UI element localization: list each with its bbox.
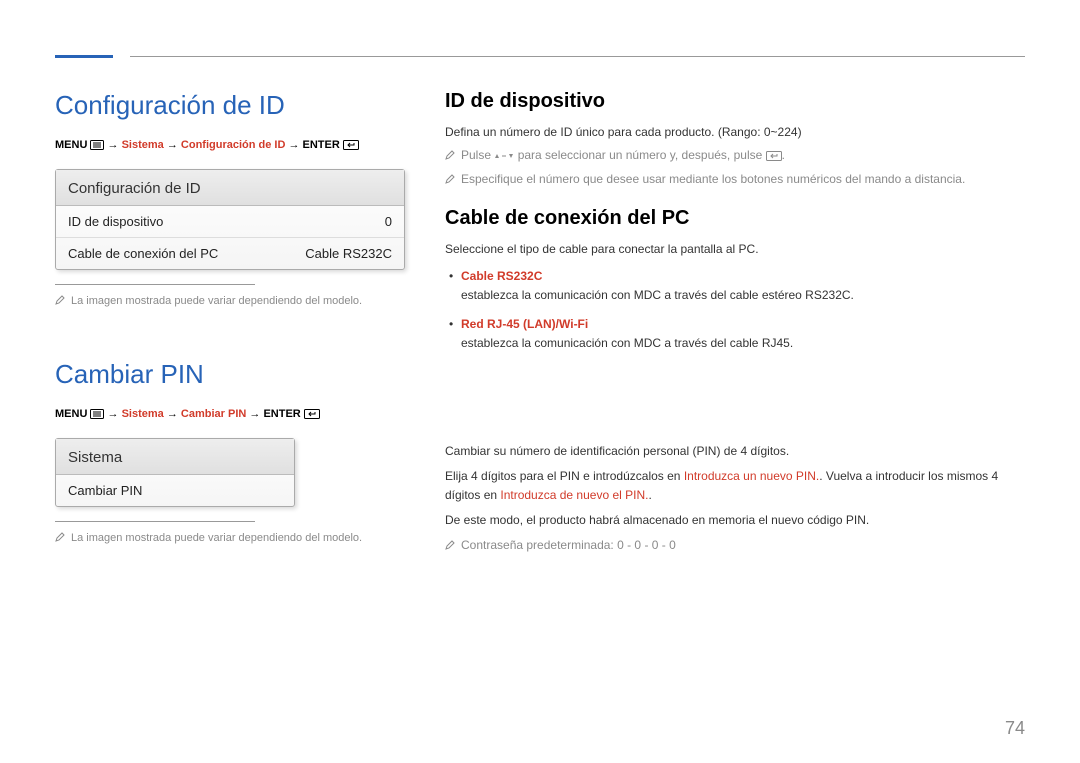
footnote-text: La imagen mostrada puede variar dependie… bbox=[71, 530, 362, 547]
menu-row-value: 0 bbox=[385, 214, 392, 229]
breadcrumb-enter-label: ENTER bbox=[303, 139, 340, 151]
divider bbox=[55, 284, 255, 285]
breadcrumb-menu-label: MENU bbox=[55, 408, 87, 420]
breadcrumb-system: Sistema bbox=[122, 408, 164, 420]
breadcrumb-system: Sistema bbox=[122, 139, 164, 151]
divider bbox=[55, 521, 255, 522]
pin-desc-1: Cambiar su número de identificación pers… bbox=[445, 442, 1025, 461]
pin-desc-2: Elija 4 dígitos para el PIN e introdúzca… bbox=[445, 467, 1025, 505]
page-number: 74 bbox=[1005, 718, 1025, 739]
note-text: Contraseña predeterminada: 0 - 0 - 0 - 0 bbox=[461, 536, 676, 555]
menu-row-pc-cable[interactable]: Cable de conexión del PC Cable RS232C bbox=[56, 238, 404, 269]
breadcrumb-arrow: → bbox=[167, 408, 178, 420]
list-item-title: Cable RS232C bbox=[461, 269, 542, 283]
menu-icon bbox=[90, 139, 104, 151]
note-text: Pulse para seleccionar un número y, desp… bbox=[461, 146, 785, 165]
device-id-note-2: Especifique el número que desee usar med… bbox=[445, 170, 1025, 190]
pin-default-note: Contraseña predeterminada: 0 - 0 - 0 - 0 bbox=[445, 536, 1025, 556]
pc-cable-list: Cable RS232C establezca la comunicación … bbox=[445, 267, 1025, 354]
pencil-icon bbox=[445, 171, 455, 190]
enter-icon bbox=[766, 148, 782, 162]
device-id-note-1: Pulse para seleccionar un número y, desp… bbox=[445, 146, 1025, 166]
breadcrumb-config: Configuración de ID bbox=[181, 139, 286, 151]
heading-device-id: ID de dispositivo bbox=[445, 90, 1025, 113]
left-column: Configuración de ID MENU → Sistema → Con… bbox=[55, 90, 405, 560]
section-title-change-pin: Cambiar PIN bbox=[55, 359, 405, 390]
pin-red-part: Introduzca de nuevo el PIN. bbox=[500, 488, 648, 502]
menu-row-change-pin[interactable]: Cambiar PIN bbox=[56, 475, 294, 506]
note-text-part: . bbox=[782, 148, 785, 162]
note-text-part: Pulse bbox=[461, 148, 494, 162]
menu-row-label: ID de dispositivo bbox=[68, 214, 163, 229]
breadcrumb-arrow: → bbox=[288, 139, 299, 151]
list-item-text: establezca la comunicación con MDC a tra… bbox=[461, 336, 793, 350]
menu-box-header: Configuración de ID bbox=[56, 170, 404, 206]
pencil-icon bbox=[445, 147, 455, 166]
note-text-part: para seleccionar un número y, después, p… bbox=[514, 148, 765, 162]
breadcrumb-change-pin: Cambiar PIN bbox=[181, 408, 246, 420]
menu-row-label: Cable de conexión del PC bbox=[68, 246, 218, 261]
top-horizontal-rule bbox=[130, 56, 1025, 57]
breadcrumb-enter-label: ENTER bbox=[263, 408, 300, 420]
page-content: Configuración de ID MENU → Sistema → Con… bbox=[55, 90, 1025, 560]
breadcrumb-config-id: MENU → Sistema → Configuración de ID → E… bbox=[55, 139, 405, 151]
device-id-desc: Defina un número de ID único para cada p… bbox=[445, 123, 1025, 142]
note-text: Especifique el número que desee usar med… bbox=[461, 170, 965, 189]
top-accent-bar bbox=[55, 55, 113, 58]
pin-text-part: Elija 4 dígitos para el PIN e introdúzca… bbox=[445, 469, 684, 483]
enter-icon bbox=[343, 139, 359, 151]
breadcrumb-arrow: → bbox=[108, 139, 119, 151]
pencil-icon bbox=[55, 531, 65, 548]
menu-box-config-id: Configuración de ID ID de dispositivo 0 … bbox=[55, 169, 405, 270]
breadcrumb-change-pin: MENU → Sistema → Cambiar PIN → ENTER bbox=[55, 408, 405, 420]
heading-pc-cable: Cable de conexión del PC bbox=[445, 207, 1025, 230]
footnote-change-pin: La imagen mostrada puede variar dependie… bbox=[55, 530, 405, 548]
breadcrumb-arrow: → bbox=[167, 139, 178, 151]
list-item-text: establezca la comunicación con MDC a tra… bbox=[461, 288, 854, 302]
footnote-config-id: La imagen mostrada puede variar dependie… bbox=[55, 293, 405, 311]
pin-desc-3: De este modo, el producto habrá almacena… bbox=[445, 511, 1025, 530]
list-item-rj45: Red RJ-45 (LAN)/Wi-Fi establezca la comu… bbox=[445, 315, 1025, 353]
pencil-icon bbox=[55, 294, 65, 311]
menu-box-system: Sistema Cambiar PIN bbox=[55, 438, 295, 507]
pin-red-part: Introduzca un nuevo PIN. bbox=[684, 469, 819, 483]
menu-icon bbox=[90, 408, 104, 420]
pin-text-part: . bbox=[648, 488, 651, 502]
pc-cable-desc: Seleccione el tipo de cable para conecta… bbox=[445, 240, 1025, 259]
menu-row-value: Cable RS232C bbox=[305, 246, 392, 261]
menu-row-device-id[interactable]: ID de dispositivo 0 bbox=[56, 206, 404, 238]
section-title-config-id: Configuración de ID bbox=[55, 90, 405, 121]
menu-box-header: Sistema bbox=[56, 439, 294, 475]
breadcrumb-arrow: → bbox=[249, 408, 260, 420]
breadcrumb-menu-label: MENU bbox=[55, 139, 87, 151]
list-item-rs232c: Cable RS232C establezca la comunicación … bbox=[445, 267, 1025, 305]
breadcrumb-arrow: → bbox=[108, 408, 119, 420]
right-column: ID de dispositivo Defina un número de ID… bbox=[445, 90, 1025, 560]
menu-row-label: Cambiar PIN bbox=[68, 483, 142, 498]
pencil-icon bbox=[445, 537, 455, 556]
footnote-text: La imagen mostrada puede variar dependie… bbox=[71, 293, 362, 310]
list-item-title: Red RJ-45 (LAN)/Wi-Fi bbox=[461, 317, 588, 331]
up-down-icon bbox=[494, 148, 514, 162]
enter-icon bbox=[304, 408, 320, 420]
